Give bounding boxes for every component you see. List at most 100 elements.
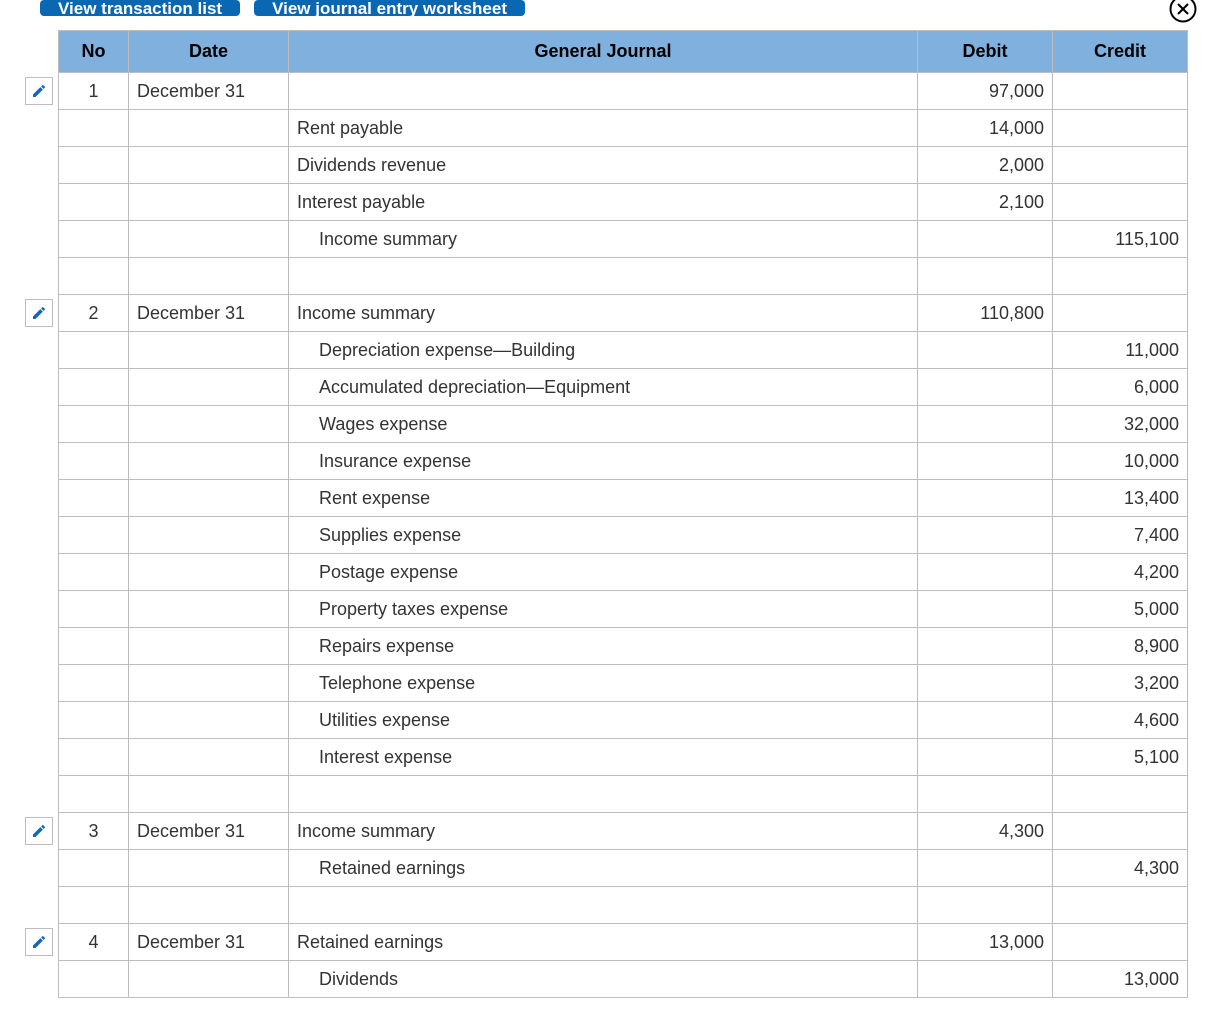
cell-account [289,258,918,295]
cell-no: 2 [59,295,129,332]
cell-no [59,258,129,295]
table-header-row: No Date General Journal Debit Credit [59,31,1188,73]
account-label: Interest payable [297,192,425,212]
table-row: Rent payable14,000 [59,110,1188,147]
table-row [59,887,1188,924]
cell-debit [918,850,1053,887]
cell-date [129,110,289,147]
cell-no [59,332,129,369]
cell-debit: 2,100 [918,184,1053,221]
cell-date [129,443,289,480]
table-row: Dividends13,000 [59,961,1188,998]
view-transaction-list-button[interactable]: View transaction list [40,0,240,16]
cell-no [59,369,129,406]
edit-row-button[interactable] [25,817,53,845]
account-label: Rent expense [297,488,430,509]
cell-account [289,887,918,924]
cell-credit [1053,147,1188,184]
account-label: Retained earnings [297,932,443,952]
edit-row-button[interactable] [25,77,53,105]
table-row: 1December 3197,000 [59,73,1188,110]
cell-credit: 5,100 [1053,739,1188,776]
cell-no [59,739,129,776]
account-label: Dividends [297,969,398,990]
cell-credit [1053,110,1188,147]
close-icon[interactable] [1168,0,1198,24]
table-row: Retained earnings 4,300 [59,850,1188,887]
cell-account: Supplies expense [289,517,918,554]
cell-credit: 8,900 [1053,628,1188,665]
cell-account: Income summary [289,813,918,850]
cell-account: Retained earnings [289,924,918,961]
cell-no [59,480,129,517]
cell-debit: 97,000 [918,73,1053,110]
cell-credit: 4,600 [1053,702,1188,739]
account-label: Income summary [297,229,457,250]
cell-credit: 4,300 [1053,850,1188,887]
cell-credit [1053,258,1188,295]
cell-credit [1053,73,1188,110]
cell-account: Accumulated depreciation—Equipment [289,369,918,406]
table-row: Wages expense32,000 [59,406,1188,443]
table-row: 4December 31Retained earnings13,000 [59,924,1188,961]
cell-account: Rent expense [289,480,918,517]
cell-date [129,702,289,739]
view-journal-worksheet-button[interactable]: View journal entry worksheet [254,0,525,16]
pencil-icon [31,823,47,839]
account-label: Repairs expense [297,636,454,657]
table-row: Property taxes expense5,000 [59,591,1188,628]
header-date: Date [129,31,289,73]
cell-account: Dividends revenue [289,147,918,184]
edit-row-button[interactable] [25,928,53,956]
cell-debit [918,443,1053,480]
cell-no [59,591,129,628]
table-row: Rent expense13,400 [59,480,1188,517]
cell-debit [918,628,1053,665]
cell-debit [918,591,1053,628]
cell-no [59,628,129,665]
pencil-icon [31,83,47,99]
cell-no [59,443,129,480]
cell-account: Wages expense [289,406,918,443]
pencil-icon [31,934,47,950]
cell-account [289,776,918,813]
account-label: Accumulated depreciation—Equipment [297,377,630,398]
cell-account: Retained earnings [289,850,918,887]
cell-credit: 11,000 [1053,332,1188,369]
account-label: Postage expense [297,562,458,583]
cell-account: Dividends [289,961,918,998]
cell-account: Interest expense [289,739,918,776]
cell-date [129,776,289,813]
cell-credit: 7,400 [1053,517,1188,554]
table-row: Postage expense 4,200 [59,554,1188,591]
account-label: Telephone expense [297,673,475,694]
cell-no [59,517,129,554]
table-row: Telephone expense3,200 [59,665,1188,702]
cell-credit: 4,200 [1053,554,1188,591]
cell-account: Insurance expense [289,443,918,480]
edit-column [20,30,58,997]
cell-debit [918,517,1053,554]
cell-credit [1053,887,1188,924]
cell-debit: 14,000 [918,110,1053,147]
account-label: Income summary [297,303,435,323]
toolbar: View transaction list View journal entry… [20,0,1188,30]
cell-credit: 6,000 [1053,369,1188,406]
edit-row-button[interactable] [25,299,53,327]
cell-debit [918,961,1053,998]
cell-debit: 2,000 [918,147,1053,184]
cell-account: Repairs expense [289,628,918,665]
cell-no [59,221,129,258]
cell-date: December 31 [129,73,289,110]
header-debit: Debit [918,31,1053,73]
cell-date [129,221,289,258]
cell-no: 3 [59,813,129,850]
table-row: Dividends revenue2,000 [59,147,1188,184]
cell-debit [918,332,1053,369]
cell-debit: 110,800 [918,295,1053,332]
account-label: Property taxes expense [297,599,508,620]
cell-date [129,887,289,924]
table-row [59,258,1188,295]
cell-no [59,110,129,147]
cell-debit: 4,300 [918,813,1053,850]
